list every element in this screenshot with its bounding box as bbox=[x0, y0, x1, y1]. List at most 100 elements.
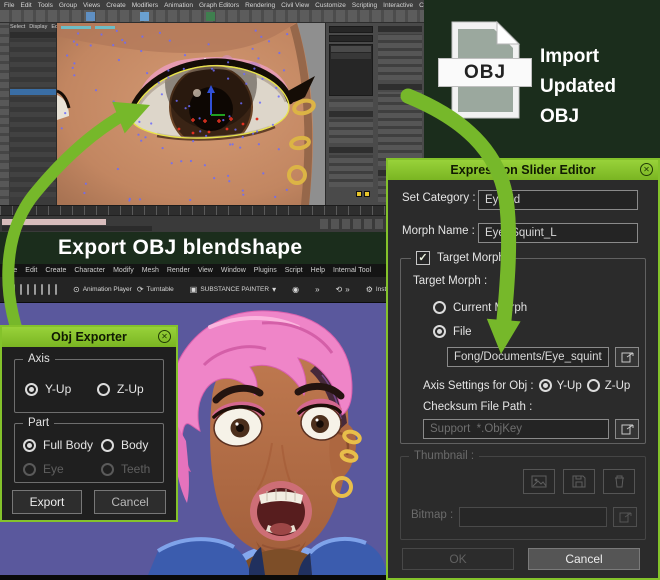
explorer-icon-strip[interactable] bbox=[0, 23, 9, 205]
cc-menu-item[interactable]: Script bbox=[285, 267, 303, 274]
cc-menu-item[interactable]: Edit bbox=[25, 267, 37, 274]
checksum-path-field[interactable] bbox=[423, 419, 609, 439]
cage-color-swatch-2[interactable] bbox=[364, 191, 370, 197]
turntable-icon: ⟳ bbox=[137, 285, 144, 294]
max-menu-item[interactable]: Group bbox=[59, 2, 77, 9]
character-button[interactable]: ◉ bbox=[292, 285, 299, 294]
max-menu-item[interactable]: Scripting bbox=[352, 2, 377, 9]
cc-menu-item[interactable]: Help bbox=[311, 267, 325, 274]
axis-zup-radio[interactable] bbox=[97, 383, 110, 396]
explorer-sort-header[interactable] bbox=[10, 32, 56, 38]
browse-icon bbox=[619, 511, 632, 523]
max-menu-item[interactable]: Animation bbox=[164, 2, 193, 9]
rollout-edit-vertices[interactable] bbox=[378, 26, 422, 32]
set-category-field[interactable] bbox=[478, 190, 638, 210]
file-radio[interactable] bbox=[433, 325, 446, 338]
move-tool-icon[interactable] bbox=[140, 12, 149, 21]
viewport-label[interactable] bbox=[61, 26, 91, 29]
max-menu-item[interactable]: Views bbox=[83, 2, 100, 9]
max-toolbar[interactable] bbox=[0, 10, 424, 23]
rollout-edit-poly-mode[interactable] bbox=[329, 111, 373, 117]
morph-name-field[interactable] bbox=[478, 223, 638, 243]
current-morph-radio[interactable] bbox=[433, 301, 446, 314]
selection-status-field[interactable] bbox=[2, 219, 106, 225]
browse-checksum-button[interactable] bbox=[615, 419, 639, 439]
max-menu-item[interactable]: Tools bbox=[38, 2, 53, 9]
max-menu-item[interactable]: Civil View bbox=[281, 2, 309, 9]
substance-painter-button[interactable]: ▣ SUBSTANCE PAINTER ▾ bbox=[190, 285, 276, 294]
cc-menu-item[interactable]: Modify bbox=[113, 267, 134, 274]
max-menu-item[interactable]: Interactive bbox=[383, 2, 413, 9]
cc-menu-item[interactable]: Create bbox=[45, 267, 66, 274]
fbx-export-icon[interactable] bbox=[48, 284, 50, 295]
max-menu-item[interactable]: Graph Editors bbox=[199, 2, 239, 9]
cc-menu-item[interactable]: Plugins bbox=[254, 267, 277, 274]
target-file-path-field[interactable] bbox=[447, 347, 609, 367]
close-icon[interactable]: ✕ bbox=[158, 330, 171, 343]
explorer-tab[interactable]: Select bbox=[10, 24, 25, 30]
expression-editor-title[interactable]: Expression Slider Editor bbox=[388, 160, 658, 180]
cc-menu-item[interactable]: Render bbox=[167, 267, 190, 274]
image-export-icon[interactable] bbox=[55, 284, 57, 295]
timeline-ruler[interactable] bbox=[0, 205, 424, 215]
double-arrow-icon: » bbox=[315, 285, 319, 294]
max-viewport-canvas[interactable] bbox=[57, 23, 325, 205]
select-tool-icon[interactable] bbox=[86, 12, 95, 21]
pose-button[interactable]: » bbox=[315, 285, 319, 294]
axis-yup-radio[interactable] bbox=[25, 383, 38, 396]
cancel-button[interactable]: Cancel bbox=[528, 548, 640, 570]
undo-button[interactable]: ⟲ » bbox=[336, 285, 350, 294]
cc-menu-item[interactable]: Internal Tool bbox=[333, 267, 371, 274]
cage-color-swatch[interactable] bbox=[356, 191, 362, 197]
animation-player-button[interactable]: ⊙ Animation Player bbox=[73, 285, 132, 294]
turntable-button[interactable]: ⟳ Turntable bbox=[137, 285, 174, 294]
browse-file-button[interactable] bbox=[615, 347, 639, 367]
object-name-field[interactable] bbox=[329, 26, 373, 33]
part-body-radio[interactable] bbox=[101, 439, 114, 452]
max-menu-item[interactable]: Modifiers bbox=[132, 2, 158, 9]
max-menu-item[interactable]: Customize bbox=[315, 2, 346, 9]
snap-tool-icon[interactable] bbox=[206, 12, 215, 21]
max-menu-item[interactable]: File bbox=[4, 2, 14, 9]
cc-menu-item[interactable]: View bbox=[198, 267, 213, 274]
close-icon[interactable]: ✕ bbox=[640, 163, 653, 176]
obj-exporter-title[interactable]: Obj Exporter bbox=[2, 327, 176, 347]
open-project-icon[interactable] bbox=[13, 284, 15, 295]
cc-menu-item[interactable]: Character bbox=[74, 267, 105, 274]
export-icon[interactable] bbox=[34, 284, 36, 295]
scene-explorer: SelectDisplayEdit bbox=[0, 23, 57, 205]
modifier-list-dropdown[interactable] bbox=[329, 35, 373, 42]
target-morph-checkbox[interactable]: ✓ bbox=[416, 251, 430, 265]
rollout-selection[interactable] bbox=[329, 147, 373, 153]
max-menu-item[interactable]: Edit bbox=[20, 2, 31, 9]
obj-axis-yup-radio[interactable] bbox=[539, 379, 552, 392]
playback-controls[interactable] bbox=[320, 219, 390, 229]
part-fullbody-radio[interactable] bbox=[23, 439, 36, 452]
new-project-icon[interactable] bbox=[6, 284, 8, 295]
obj-axis-zup-radio[interactable] bbox=[587, 379, 600, 392]
cc-menu-item[interactable]: Mesh bbox=[142, 267, 159, 274]
explorer-tab[interactable]: Display bbox=[29, 24, 47, 30]
import-icon[interactable] bbox=[27, 284, 29, 295]
obj-exporter-dialog: Obj Exporter ✕ Axis Y-Up Z-Up Part Full … bbox=[0, 325, 178, 522]
eye-closeup-render bbox=[57, 23, 325, 205]
save-project-icon[interactable] bbox=[20, 284, 22, 295]
cc-menu-item[interactable]: Window bbox=[221, 267, 246, 274]
obj-export-icon[interactable] bbox=[41, 284, 43, 295]
cancel-button[interactable]: Cancel bbox=[94, 490, 166, 514]
expression-slider-editor: Expression Slider Editor ✕ Set Category … bbox=[386, 158, 660, 580]
cc-menu-item[interactable]: File bbox=[6, 267, 17, 274]
explorer-node-list[interactable] bbox=[10, 39, 56, 197]
max-menu-item[interactable]: Rendering bbox=[245, 2, 275, 9]
max-menu-item[interactable]: Create bbox=[106, 2, 126, 9]
explorer-selected-row[interactable] bbox=[10, 89, 56, 95]
max-menu-item[interactable]: Content bbox=[419, 2, 424, 9]
modifier-stack[interactable] bbox=[329, 44, 373, 96]
rollout-edit-geometry[interactable] bbox=[378, 84, 422, 90]
stack-buttons[interactable] bbox=[329, 99, 373, 107]
export-button[interactable]: Export bbox=[12, 490, 82, 514]
player-icon: ⊙ bbox=[73, 285, 80, 294]
delete-thumbnail-button bbox=[603, 469, 635, 494]
browse-bitmap-button bbox=[613, 507, 637, 527]
cc-menubar: File Edit Create Character Modify Mesh Render V… bbox=[0, 264, 386, 277]
